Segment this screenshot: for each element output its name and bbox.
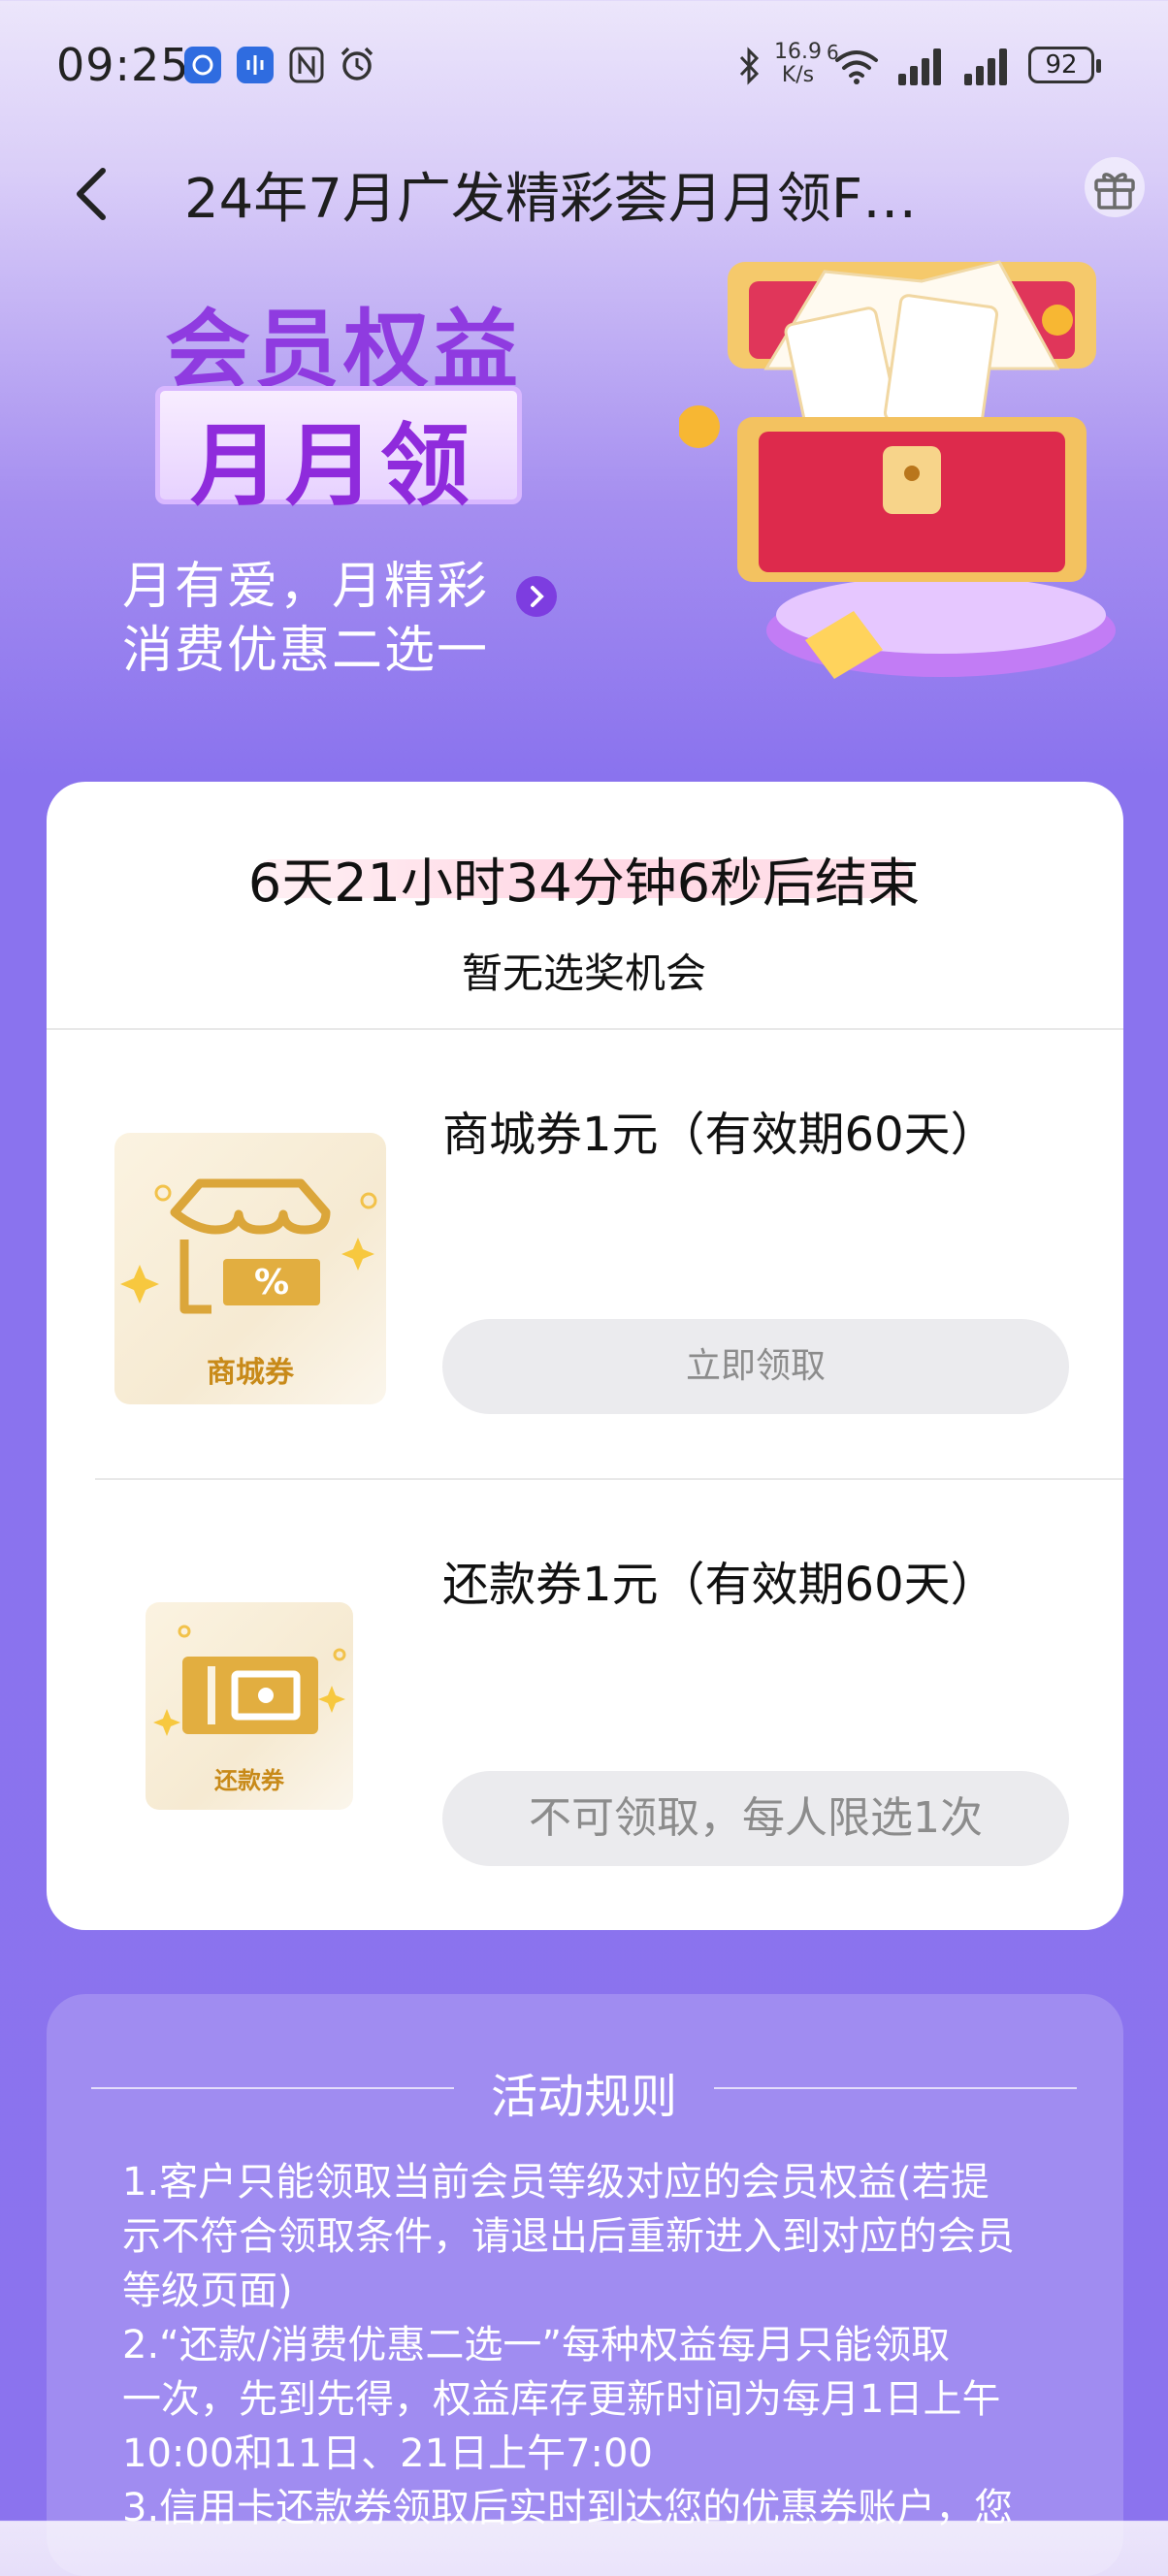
claim-now-button[interactable]: 立即领取 [442, 1319, 1069, 1414]
banner-subtitle: 月月领 [190, 414, 476, 518]
network-speed: 16.9 K/s [774, 41, 822, 87]
divider [95, 1478, 1123, 1480]
network-speed-value: 16.9 [774, 40, 822, 64]
battery-indicator: 92 [1028, 47, 1101, 83]
rules-line: 3.信用卡还款券领取后实时到达您的优惠券账户，您 [122, 2486, 1014, 2530]
network-speed-unit: K/s [781, 63, 815, 87]
rules-line: 10:00和11日、21日上午7:00 [122, 2431, 653, 2476]
page-title: 24年7月广发精彩荟月月领F… [184, 168, 918, 231]
signal-icon-1 [898, 47, 947, 85]
app-notification-icon [184, 47, 221, 83]
treasure-chest-illustration [677, 223, 1145, 727]
back-button[interactable] [66, 165, 124, 223]
no-chance-text: 暂无选奖机会 [461, 950, 706, 997]
mall-coupon-title: 商城券1元（有效期60天） [442, 1108, 997, 1162]
repayment-coupon-title: 还款券1元（有效期60天） [442, 1558, 997, 1612]
mall-coupon-thumb-label: 商城券 [207, 1356, 294, 1390]
chevron-left-icon [77, 168, 106, 220]
rules-line: 2.“还款/消费优惠二选一”每种权益每月只能领取 [122, 2323, 951, 2367]
repayment-coupon-thumb-label: 还款券 [214, 1767, 284, 1794]
banner-line-2: 消费优惠二选一 [122, 622, 490, 680]
rules-line: 一次，先到先得，权益库存更新时间为每月1日上午 [122, 2377, 1001, 2422]
rules-line: 等级页面) [122, 2269, 293, 2313]
gift-button[interactable] [1085, 157, 1145, 217]
alarm-icon [338, 45, 376, 83]
mall-coupon-thumbnail: % 商城券 [114, 1133, 386, 1404]
signal-icon-2 [964, 47, 1013, 85]
countdown-text: 6天21小时34分钟6秒后结束 [247, 853, 921, 914]
status-bar: 09:25 16.9 K/s 6 92 [0, 0, 1168, 136]
wifi-icon [832, 47, 881, 85]
nfc-icon [289, 47, 324, 83]
status-time: 09:25 [56, 39, 190, 91]
unavailable-button[interactable]: 不可领取，每人限选1次 [442, 1771, 1069, 1866]
rules-title: 活动规则 [490, 2070, 677, 2124]
divider [47, 1028, 1123, 1030]
repayment-coupon-thumbnail: 还款券 [146, 1602, 353, 1810]
rules-line: 示不符合领取条件，请退出后重新进入到对应的会员 [122, 2214, 1015, 2259]
banner-more-button[interactable] [516, 576, 557, 617]
svg-text:%: % [254, 1263, 289, 1303]
voice-notification-icon [237, 47, 274, 83]
banner-line-1: 月有爱，月精彩 [122, 558, 490, 616]
gift-icon [1094, 173, 1135, 209]
bluetooth-icon [735, 47, 762, 85]
chevron-right-icon [531, 586, 544, 607]
rules-line: 1.客户只能领取当前会员等级对应的会员权益(若提 [122, 2160, 990, 2205]
